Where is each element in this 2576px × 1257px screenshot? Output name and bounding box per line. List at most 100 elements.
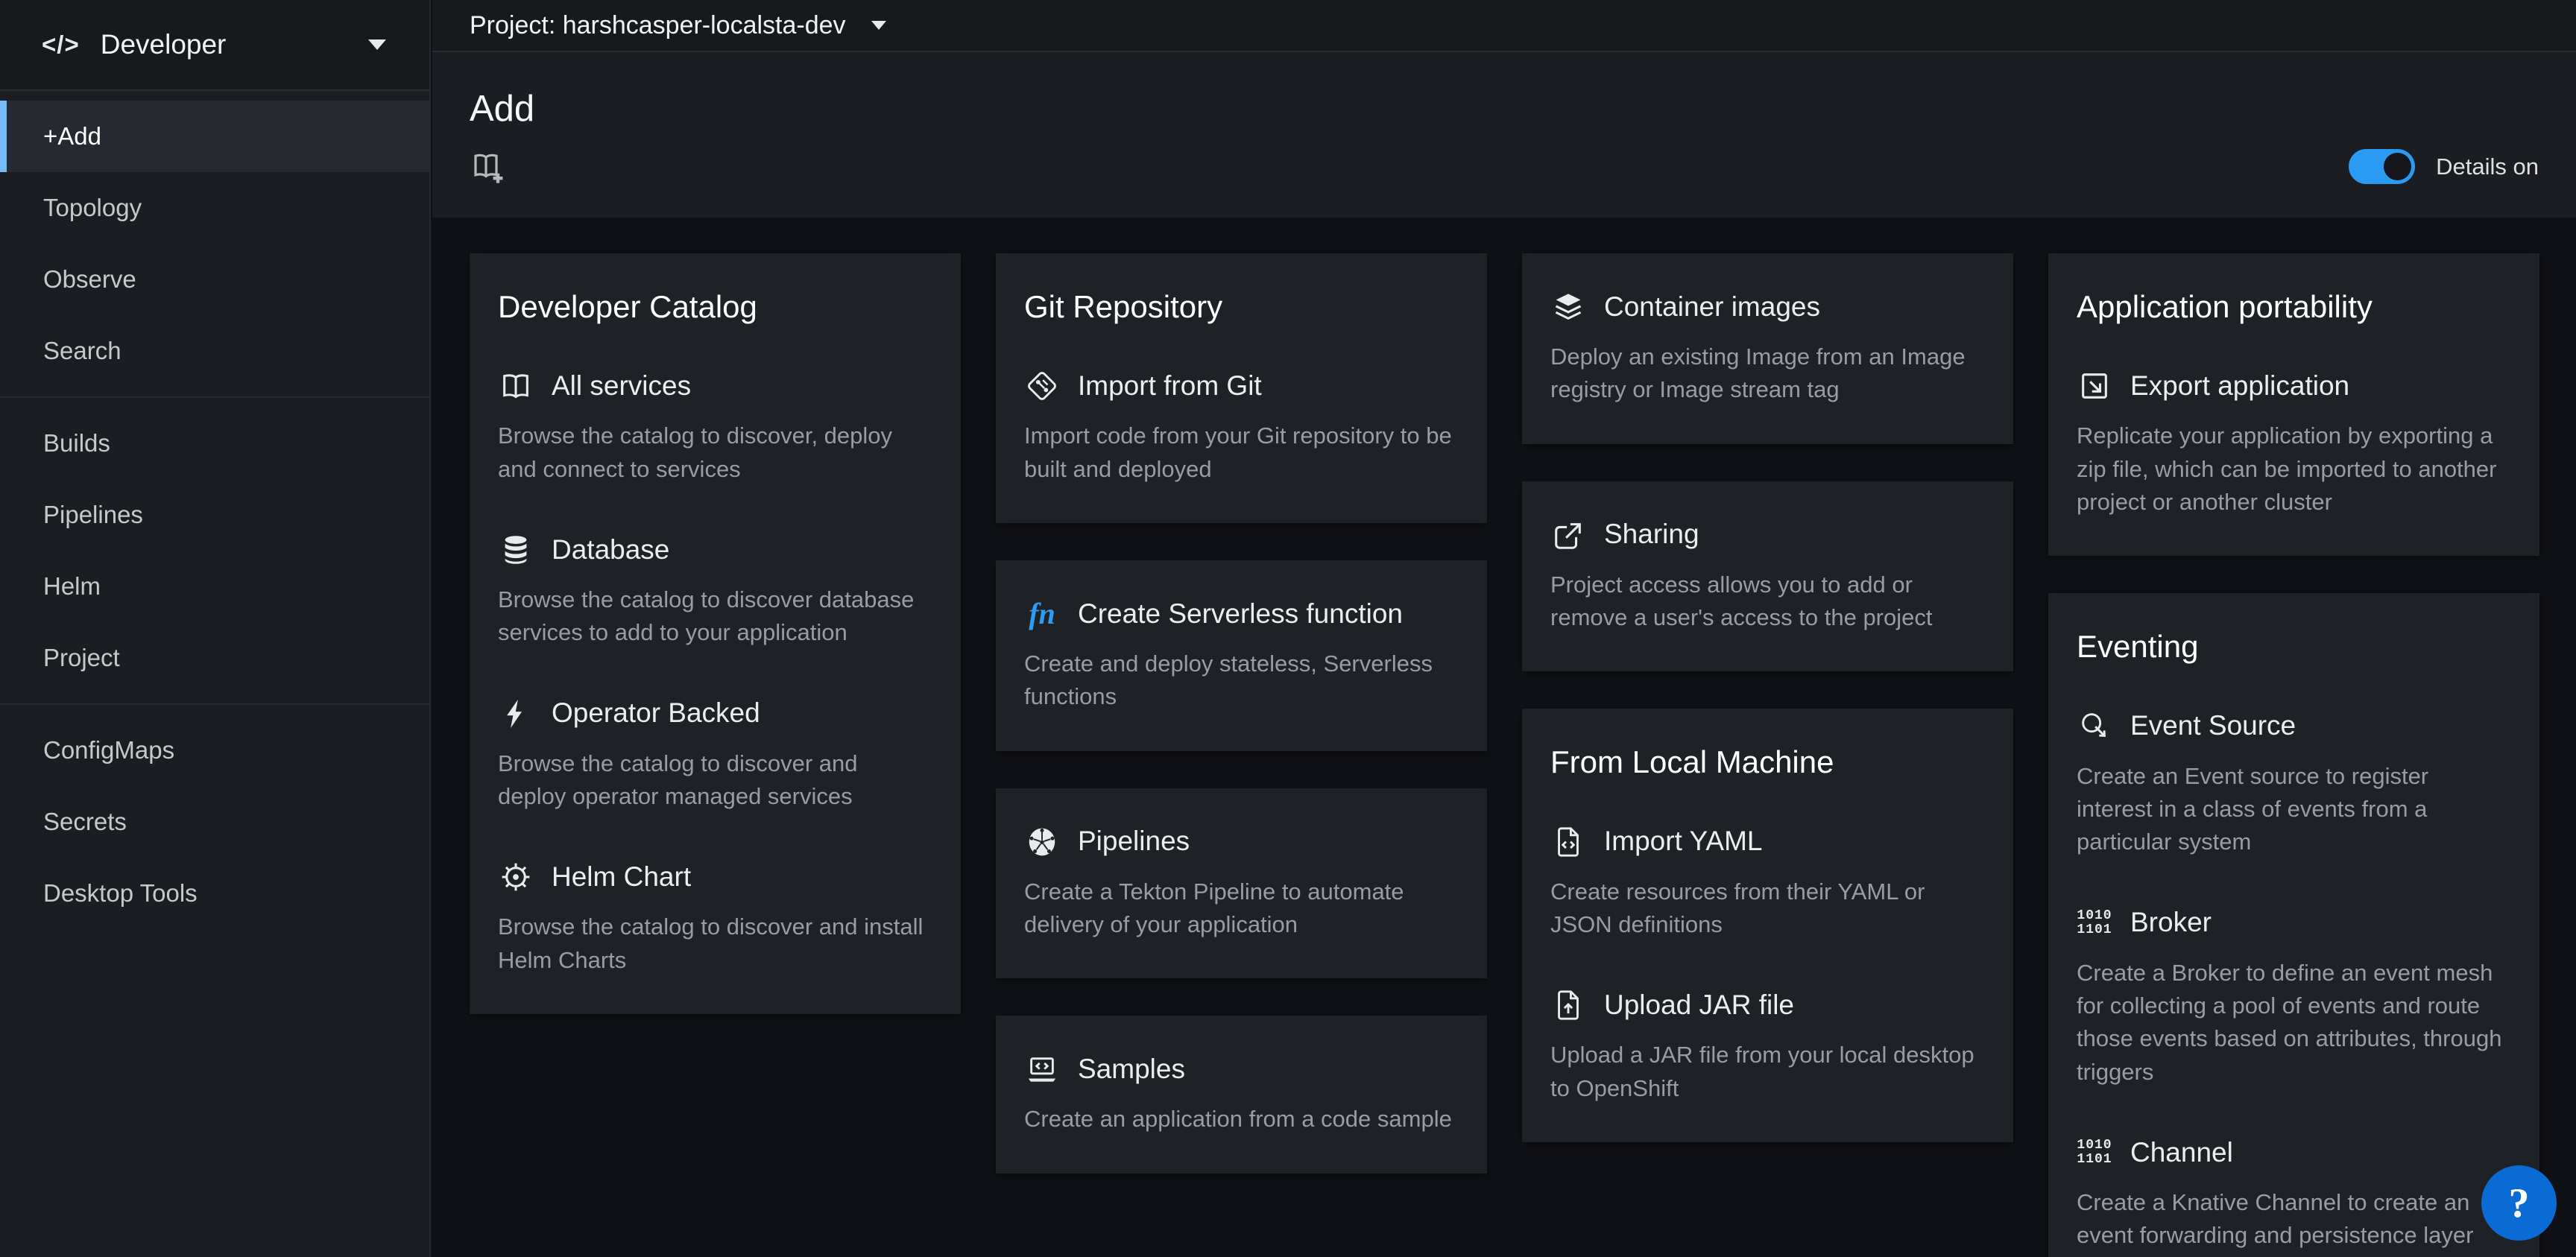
chevron-down-icon — [871, 21, 886, 30]
fn-icon: fn — [1024, 596, 1060, 632]
add-item-upload-jar-file[interactable]: Upload JAR fileUpload a JAR file from yo… — [1550, 987, 1979, 1105]
item-title-row: 10101101Broker — [2077, 905, 2505, 941]
add-card: fnCreate Serverless function Create and d… — [996, 560, 1487, 751]
add-card: Eventing Event Source Create an Event sour… — [2048, 593, 2539, 1257]
item-description: Deploy an existing Image from an Image r… — [1550, 341, 1979, 407]
card-title: Git Repository — [1024, 289, 1453, 325]
item-description: Import code from your Git repository to … — [1024, 419, 1453, 486]
item-title: Samples — [1078, 1054, 1185, 1086]
item-title-row: Import YAML — [1550, 824, 1979, 860]
item-description: Create an Event source to register inter… — [2077, 760, 2505, 859]
sidebar-item-add[interactable]: +Add — [0, 101, 429, 172]
card-title: Eventing — [2077, 629, 2505, 665]
item-description: Browse the catalog to discover and deplo… — [498, 747, 926, 814]
item-title: Helm Chart — [552, 861, 691, 893]
sidebar-item-configmaps[interactable]: ConfigMaps — [0, 715, 429, 786]
item-title-row: Samples — [1024, 1051, 1453, 1087]
book-plus-icon[interactable] — [470, 148, 508, 186]
item-title-row: Event Source — [2077, 709, 2505, 744]
item-title: Event Source — [2130, 710, 2296, 742]
sidebar-item-label: Observe — [0, 244, 429, 315]
add-item-channel[interactable]: 10101101ChannelCreate a Knative Channel … — [2077, 1135, 2505, 1257]
sidebar-item-label: Helm — [0, 551, 429, 622]
sidebar: </> Developer +AddTopologyObserveSearch B… — [0, 0, 431, 1257]
share-icon — [1550, 517, 1586, 553]
sidebar-item-helm[interactable]: Helm — [0, 551, 429, 622]
project-selector[interactable]: Project: harshcasper-localsta-dev — [470, 11, 886, 40]
card-title: Application portability — [2077, 289, 2505, 325]
add-item-database[interactable]: DatabaseBrowse the catalog to discover d… — [498, 532, 926, 650]
book-icon — [498, 368, 534, 404]
sidebar-item-observe[interactable]: Observe — [0, 244, 429, 315]
add-item-broker[interactable]: 10101101Broker Create a Broker to define … — [2077, 905, 2505, 1089]
sidebar-item-project[interactable]: Project — [0, 622, 429, 694]
details-toggle-group: Details on — [2349, 149, 2539, 184]
database-icon — [498, 532, 534, 568]
sidebar-item-label: Desktop Tools — [0, 858, 429, 929]
sidebar-item-label: Topology — [0, 172, 429, 244]
help-button[interactable]: ? — [2481, 1165, 2557, 1241]
item-title: Container images — [1604, 291, 1820, 323]
add-card: Pipelines Create a Tekton Pipeline to aut… — [996, 788, 1487, 979]
add-item-import-from-git[interactable]: Import from Git Import code from your Git… — [1024, 368, 1453, 486]
item-title-row: Container images — [1550, 289, 1979, 325]
add-card: Git Repository Import from Git Import code… — [996, 253, 1487, 523]
sidebar-item-label: ConfigMaps — [0, 715, 429, 786]
item-description: Create a Tekton Pipeline to automate del… — [1024, 876, 1453, 942]
page-header: Add Details on — [432, 52, 2576, 218]
item-title-row: Upload JAR file — [1550, 987, 1979, 1023]
item-description: Project access allows you to add or remo… — [1550, 569, 1979, 635]
item-title-row: Import from Git — [1024, 368, 1453, 404]
item-title-row: fnCreate Serverless function — [1024, 596, 1453, 632]
add-card: SamplesCreate an application from a code… — [996, 1016, 1487, 1173]
channel-binary-icon: 10101101 — [2077, 1135, 2112, 1171]
sidebar-item-label: Search — [0, 315, 429, 387]
side-nav: +AddTopologyObserveSearch BuildsPipelines… — [0, 91, 429, 939]
helm-icon — [498, 859, 534, 895]
question-mark-icon: ? — [2509, 1180, 2530, 1227]
event-source-icon — [2077, 709, 2112, 744]
perspective-switcher[interactable]: </> Developer — [0, 0, 429, 91]
add-item-pipelines[interactable]: Pipelines Create a Tekton Pipeline to aut… — [1024, 824, 1453, 942]
layers-icon — [1550, 289, 1586, 325]
add-item-event-source[interactable]: Event Source Create an Event source to re… — [2077, 709, 2505, 859]
sidebar-item-secrets[interactable]: Secrets — [0, 786, 429, 858]
item-title: Database — [552, 534, 669, 566]
file-upload-icon — [1550, 987, 1586, 1023]
export-icon — [2077, 368, 2112, 404]
item-description: Browse the catalog to discover and insta… — [498, 911, 926, 977]
sidebar-item-pipelines[interactable]: Pipelines — [0, 479, 429, 551]
card-column: Developer CatalogAll servicesBrowse the … — [470, 253, 961, 1221]
details-toggle[interactable] — [2349, 149, 2415, 184]
sidebar-item-builds[interactable]: Builds — [0, 408, 429, 479]
sidebar-item-search[interactable]: Search — [0, 315, 429, 387]
sidebar-item-topology[interactable]: Topology — [0, 172, 429, 244]
item-title-row: 10101101Channel — [2077, 1135, 2505, 1171]
card-column: Git Repository Import from Git Import code… — [996, 253, 1487, 1221]
item-description: Create and deploy stateless, Serverless … — [1024, 648, 1453, 714]
page-header-row: Details on — [470, 148, 2539, 186]
add-item-all-services[interactable]: All servicesBrowse the catalog to discov… — [498, 368, 926, 486]
app-root: </> Developer +AddTopologyObserveSearch B… — [0, 0, 2576, 1257]
item-description: Create a Broker to define an event mesh … — [2077, 957, 2505, 1089]
add-item-samples[interactable]: SamplesCreate an application from a code… — [1024, 1051, 1453, 1136]
sidebar-item-desktop-tools[interactable]: Desktop Tools — [0, 858, 429, 929]
item-title: Operator Backed — [552, 697, 760, 729]
card-column: Application portability Export applicatio… — [2048, 253, 2539, 1221]
details-toggle-label: Details on — [2436, 153, 2539, 180]
add-item-helm-chart[interactable]: Helm Chart Browse the catalog to discover… — [498, 859, 926, 977]
add-item-export-application[interactable]: Export application Replicate your applica… — [2077, 368, 2505, 519]
item-title: Pipelines — [1078, 826, 1190, 858]
add-item-sharing[interactable]: SharingProject access allows you to add … — [1550, 517, 1979, 635]
item-title-row: Export application — [2077, 368, 2505, 404]
item-description: Replicate your application by exporting … — [2077, 419, 2505, 519]
add-item-container-images[interactable]: Container images Deploy an existing Image… — [1550, 289, 1979, 407]
add-card: Application portability Export applicatio… — [2048, 253, 2539, 556]
add-item-operator-backed[interactable]: Operator Backed Browse the catalog to dis… — [498, 696, 926, 814]
item-title-row: Pipelines — [1024, 824, 1453, 860]
add-item-create-serverless-function[interactable]: fnCreate Serverless function Create and d… — [1024, 596, 1453, 714]
item-title: Import YAML — [1604, 826, 1762, 858]
add-item-import-yaml[interactable]: Import YAMLCreate resources from their Y… — [1550, 824, 1979, 942]
add-cards-grid: Developer CatalogAll servicesBrowse the … — [432, 218, 2576, 1257]
item-title-row: Operator Backed — [498, 696, 926, 732]
